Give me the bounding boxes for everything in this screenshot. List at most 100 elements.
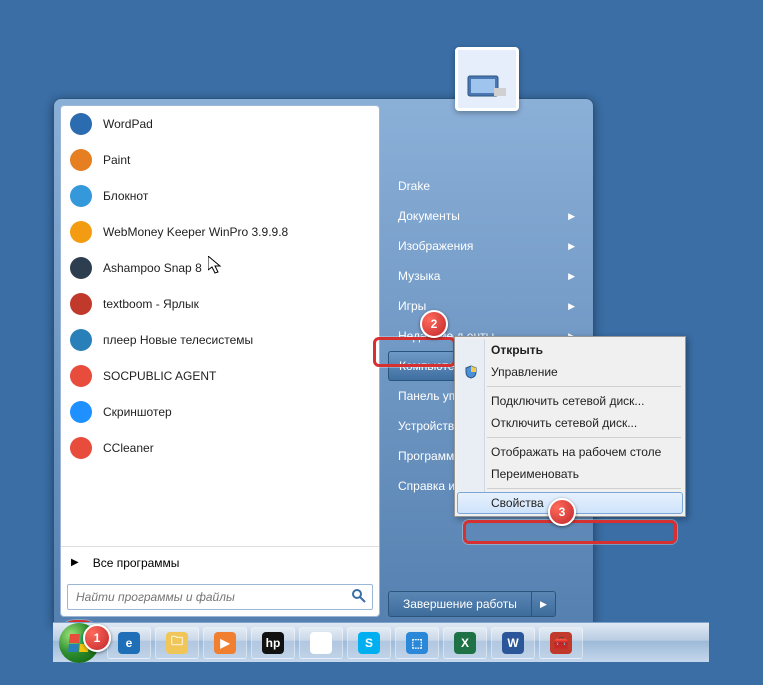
search-input[interactable]	[67, 584, 373, 610]
right-item-игры[interactable]: Игры ▶	[388, 291, 585, 321]
program-icon	[67, 326, 95, 354]
program-label: CCleaner	[103, 441, 154, 455]
right-item-label: Панель упр	[398, 389, 462, 403]
program-icon	[67, 398, 95, 426]
taskbar-hp-icon[interactable]: hp	[251, 627, 295, 659]
context-separator	[487, 488, 681, 489]
right-item-label: Drake	[398, 179, 430, 193]
taskbar-excel-icon[interactable]: X	[443, 627, 487, 659]
program-icon	[67, 146, 95, 174]
taskbar: e 🗀 ▶ hp ◉ S ⬚ X W 🧰	[53, 622, 709, 662]
toolbox-icon: 🧰	[550, 632, 572, 654]
taskbar-skype-icon[interactable]: S	[347, 627, 391, 659]
program-label: Скриншотер	[103, 405, 172, 419]
program-item-6[interactable]: плеер Новые телесистемы	[61, 322, 379, 358]
all-programs-button[interactable]: ▶ Все программы	[61, 546, 379, 578]
search-icon	[351, 588, 367, 604]
right-item-изображения[interactable]: Изображения ▶	[388, 231, 585, 261]
program-item-3[interactable]: WebMoney Keeper WinPro 3.9.9.8	[61, 214, 379, 250]
context-item-label: Свойства	[491, 496, 544, 510]
chevron-right-icon: ▶	[71, 557, 79, 568]
context-item-управление[interactable]: Управление	[457, 361, 683, 383]
context-item-label: Подключить сетевой диск...	[491, 394, 644, 408]
program-item-7[interactable]: SOCPUBLIC AGENT	[61, 358, 379, 394]
taskbar-word-icon[interactable]: W	[491, 627, 535, 659]
program-item-1[interactable]: Paint	[61, 142, 379, 178]
start-menu-left-panel: WordPad Paint Блокнот WebMoney Keeper WinPr…	[60, 105, 380, 617]
context-menu: Открыть Управление Подключить сетевой диск…	[454, 336, 686, 517]
all-programs-label: Все программы	[93, 556, 180, 570]
explorer-icon: 🗀	[166, 632, 188, 654]
app-blue-icon: ⬚	[406, 632, 428, 654]
context-item-label: Открыть	[491, 343, 543, 357]
taskbar-ie-icon[interactable]: e	[107, 627, 151, 659]
right-item-label: Документы	[398, 209, 460, 223]
program-icon	[67, 182, 95, 210]
context-item-label: Переименовать	[491, 467, 579, 481]
context-item-отключить-сетевой-диск-[interactable]: Отключить сетевой диск...	[457, 412, 683, 434]
program-label: WebMoney Keeper WinPro 3.9.9.8	[103, 225, 288, 239]
program-label: textboom - Ярлык	[103, 297, 199, 311]
shutdown-area: Завершение работы ▶	[388, 591, 585, 617]
taskbar-app-blue-icon[interactable]: ⬚	[395, 627, 439, 659]
context-item-открыть[interactable]: Открыть	[457, 339, 683, 361]
context-item-отображать-на-рабочем-столе[interactable]: Отображать на рабочем столе	[457, 441, 683, 463]
right-item-документы[interactable]: Документы ▶	[388, 201, 585, 231]
shutdown-label: Завершение работы	[403, 597, 517, 611]
right-item-музыка[interactable]: Музыка ▶	[388, 261, 585, 291]
chrome-icon: ◉	[310, 632, 332, 654]
taskbar-explorer-icon[interactable]: 🗀	[155, 627, 199, 659]
program-item-9[interactable]: CCleaner	[61, 430, 379, 466]
context-item-label: Отключить сетевой диск...	[491, 416, 637, 430]
program-label: SOCPUBLIC AGENT	[103, 369, 216, 383]
right-item-label: Компьютер	[399, 359, 461, 373]
shutdown-button[interactable]: Завершение работы	[388, 591, 532, 617]
annotation-badge-2: 2	[420, 310, 448, 338]
shield-icon	[463, 364, 479, 380]
program-item-5[interactable]: textboom - Ярлык	[61, 286, 379, 322]
shutdown-options-button[interactable]: ▶	[532, 591, 556, 617]
program-icon	[67, 434, 95, 462]
taskbar-wmp-icon[interactable]: ▶	[203, 627, 247, 659]
ie-icon: e	[118, 632, 140, 654]
program-label: WordPad	[103, 117, 153, 131]
excel-icon: X	[454, 632, 476, 654]
program-item-2[interactable]: Блокнот	[61, 178, 379, 214]
program-icon	[67, 218, 95, 246]
right-item-label: Изображения	[398, 239, 473, 253]
context-separator	[487, 437, 681, 438]
user-account-picture[interactable]	[455, 47, 519, 111]
word-icon: W	[502, 632, 524, 654]
taskbar-chrome-icon[interactable]: ◉	[299, 627, 343, 659]
context-item-label: Отображать на рабочем столе	[491, 445, 661, 459]
program-icon	[67, 290, 95, 318]
chevron-right-icon: ▶	[568, 301, 575, 312]
context-item-label: Управление	[491, 365, 558, 379]
annotation-badge-3: 3	[548, 498, 576, 526]
program-item-8[interactable]: Скриншотер	[61, 394, 379, 430]
chevron-right-icon: ▶	[568, 211, 575, 222]
program-item-4[interactable]: Ashampoo Snap 8	[61, 250, 379, 286]
right-item-drake[interactable]: Drake	[388, 171, 585, 201]
program-label: Paint	[103, 153, 130, 167]
right-item-label: Устройства	[398, 419, 461, 433]
search-container	[61, 578, 379, 616]
skype-icon: S	[358, 632, 380, 654]
program-icon	[67, 362, 95, 390]
program-list: WordPad Paint Блокнот WebMoney Keeper WinPr…	[61, 106, 379, 546]
program-label: плеер Новые телесистемы	[103, 333, 253, 347]
program-label: Ashampoo Snap 8	[103, 261, 202, 275]
program-item-0[interactable]: WordPad	[61, 106, 379, 142]
right-item-label: Игры	[398, 299, 426, 313]
wmp-icon: ▶	[214, 632, 236, 654]
right-item-label: Музыка	[398, 269, 440, 283]
chevron-right-icon: ▶	[568, 271, 575, 282]
program-icon	[67, 254, 95, 282]
program-icon	[67, 110, 95, 138]
chevron-right-icon: ▶	[568, 241, 575, 252]
taskbar-toolbox-icon[interactable]: 🧰	[539, 627, 583, 659]
hp-icon: hp	[262, 632, 284, 654]
context-separator	[487, 386, 681, 387]
context-item-подключить-сетевой-диск-[interactable]: Подключить сетевой диск...	[457, 390, 683, 412]
context-item-переименовать[interactable]: Переименовать	[457, 463, 683, 485]
